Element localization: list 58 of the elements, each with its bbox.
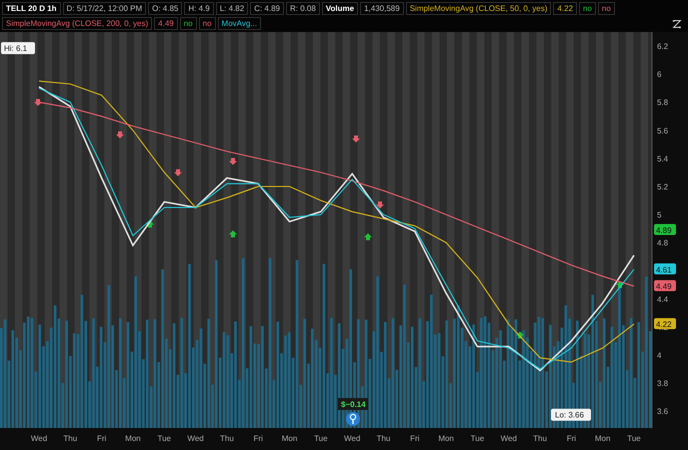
header-readout: R: 0.08 <box>286 2 320 15</box>
day-axis-label: Fri <box>254 434 263 443</box>
header-readout: Volume <box>322 2 358 15</box>
study-name: SimpleMovingAvg (CLOSE, 50, 0, yes) <box>406 2 552 15</box>
day-axis-label: Wed <box>344 434 360 443</box>
header-readout: 1,430,589 <box>360 2 404 15</box>
symbol-readout: TELL 20 D 1h <box>2 2 61 15</box>
day-axis-label: Thu <box>376 434 390 443</box>
low-label: Lo: 3.66 <box>551 408 591 421</box>
study-readout: 4.22 <box>553 2 577 15</box>
price-axis-label: 5.4 <box>657 154 668 164</box>
day-axis-label: Tue <box>627 434 641 443</box>
day-axis-label: Fri <box>410 434 420 443</box>
high-label: Hi: 6.1 <box>1 42 35 54</box>
study-name: MovAvg... <box>218 17 261 30</box>
zoom-icon[interactable] <box>672 18 682 28</box>
header-readout: L: 4.82 <box>216 2 248 15</box>
day-axis-label: Tue <box>470 434 484 443</box>
header-readout: D: 5/17/22, 12:00 PM <box>62 2 146 15</box>
price-axis-label: 5.8 <box>657 98 668 108</box>
price-axis-label: 4 <box>657 350 662 360</box>
day-axis-label: Wed <box>500 434 517 443</box>
price-axis-label: 5 <box>657 210 662 220</box>
day-axis-label: Wed <box>30 434 48 443</box>
price-axis-label: 5.6 <box>657 126 668 136</box>
header-readout: H: 4.9 <box>184 2 214 15</box>
price-axis-label: 6.2 <box>657 42 668 52</box>
price-axis-label: 6 <box>657 70 662 80</box>
day-axis-label: Tue <box>158 434 172 443</box>
day-axis-label: Thu <box>63 434 78 443</box>
day-axis-label: Thu <box>220 434 234 443</box>
day-axis-label: Fri <box>566 434 576 443</box>
price-axis-label: 3.6 <box>657 407 668 416</box>
study-readout: no <box>198 17 216 30</box>
study-readout: 4.49 <box>154 17 178 30</box>
price-tag: 4.49 <box>654 280 676 292</box>
study-name: SimpleMovingAvg (CLOSE, 200, 0, yes) <box>2 17 152 30</box>
price-axis-label: 4.8 <box>657 238 668 248</box>
price-axis-label: 5.2 <box>657 182 668 192</box>
header-readout: O: 4.85 <box>148 2 182 15</box>
day-axis-label: Thu <box>533 434 547 443</box>
day-axis-label: Wed <box>187 434 204 443</box>
price-axis-label: 4.4 <box>657 294 668 304</box>
study-readout: no <box>598 2 615 15</box>
header-readout: C: 4.89 <box>250 2 284 15</box>
study-readout: no <box>180 17 197 30</box>
study-readout: no <box>578 2 596 15</box>
day-axis-label: Mon <box>125 434 141 443</box>
day-axis-label: Mon <box>282 434 298 443</box>
day-axis-label: Fri <box>96 434 106 443</box>
price-axis-label: 3.8 <box>657 379 668 388</box>
price-tag: 4.61 <box>654 263 676 274</box>
earnings-marker-icon[interactable] <box>346 412 360 426</box>
day-axis-label: Mon <box>594 434 610 443</box>
day-axis-label: Tue <box>314 434 328 443</box>
day-axis-label: Mon <box>438 434 454 443</box>
earnings-label: $−0.14 <box>338 398 368 410</box>
price-tag: 4.89 <box>654 224 676 235</box>
